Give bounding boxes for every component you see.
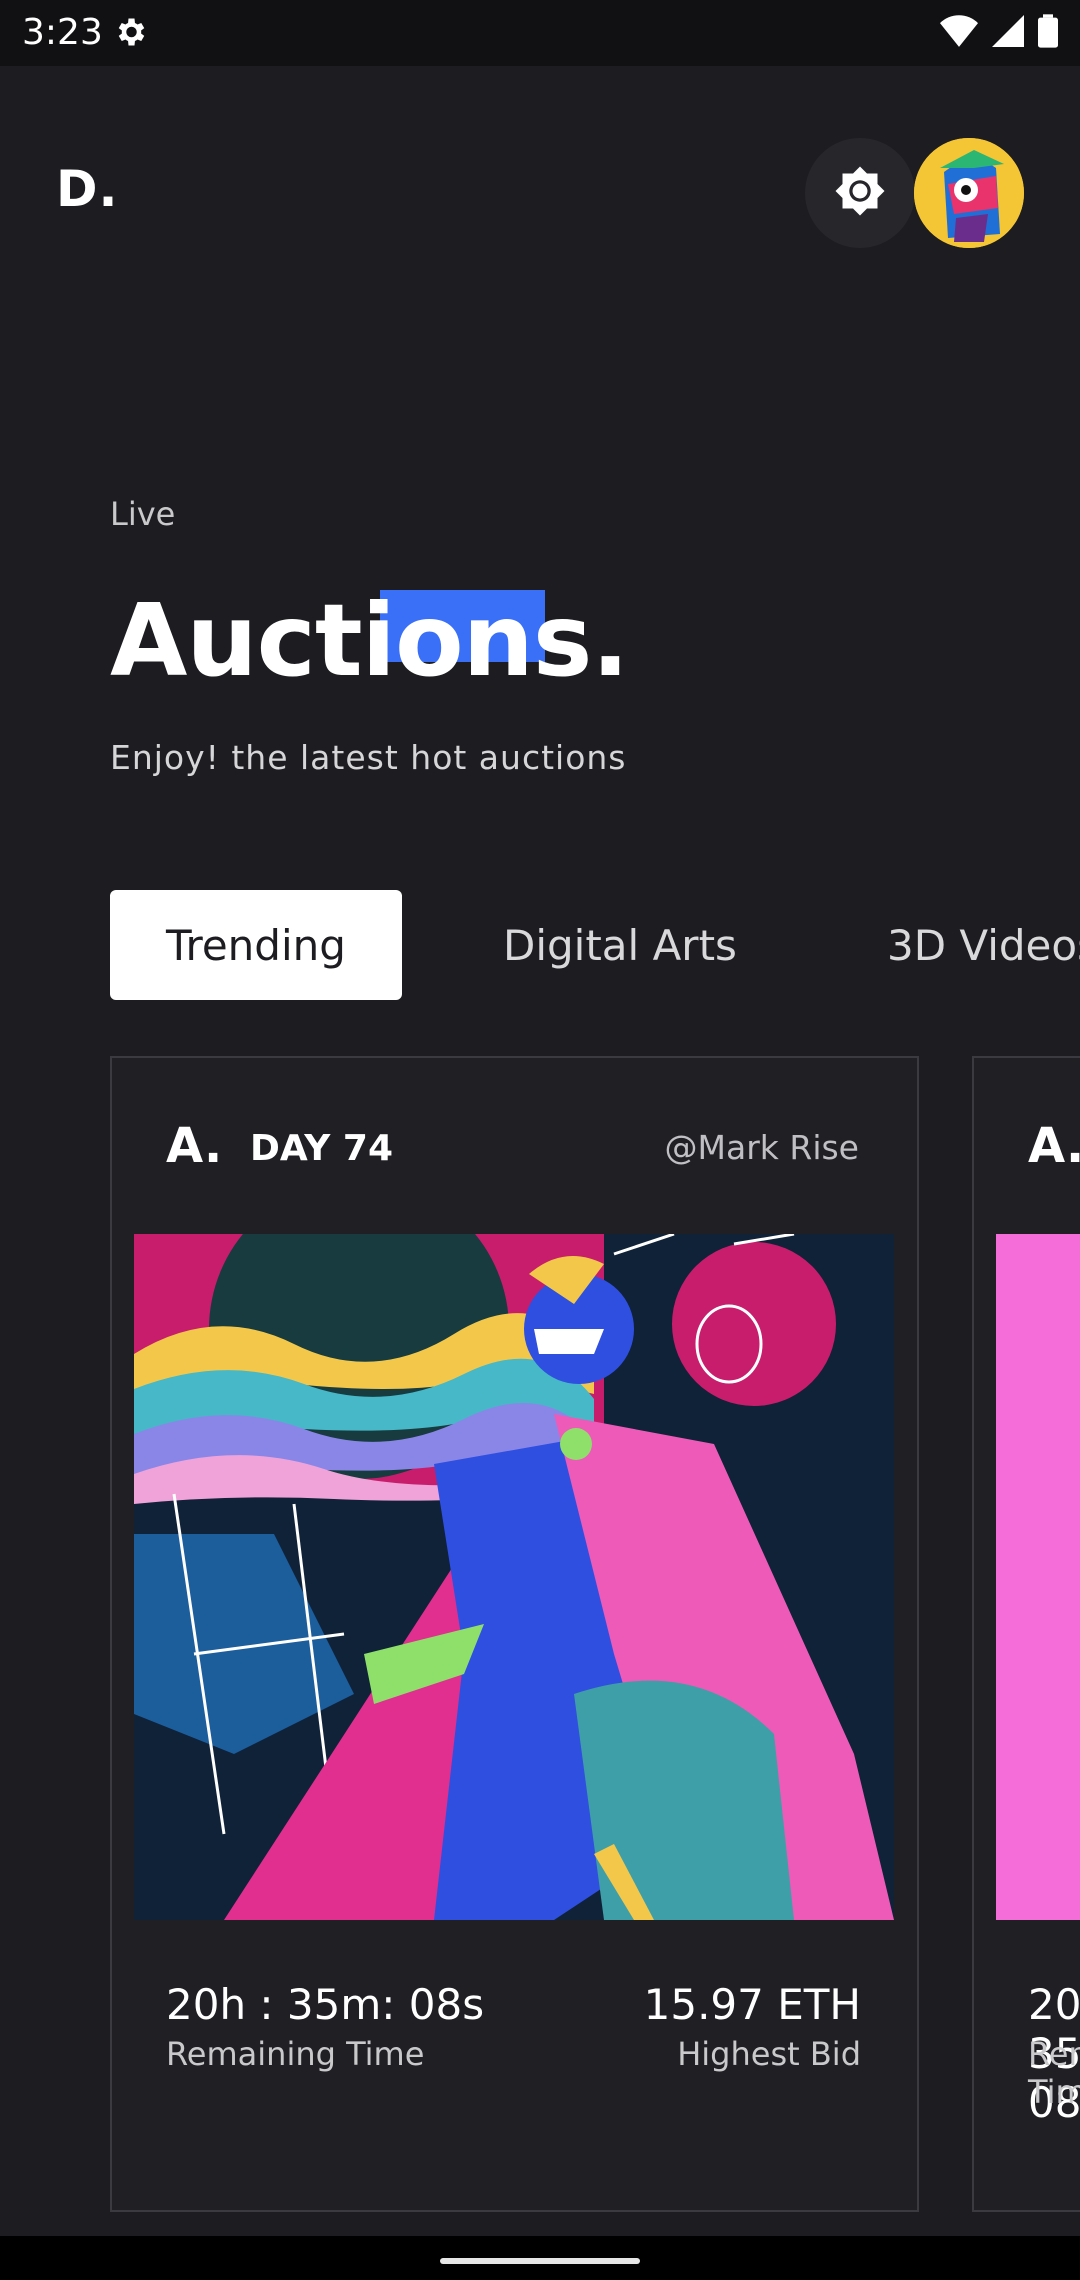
artwork-image[interactable]: [996, 1234, 1080, 1920]
tab-3d-videos[interactable]: 3D Videos: [887, 890, 1080, 1000]
card-owner[interactable]: @Mark Rise: [665, 1128, 859, 1167]
settings-icon: [112, 14, 148, 54]
card-brand: A.: [166, 1118, 223, 1174]
remaining-time-label: Remaining Time: [1028, 2035, 1080, 2111]
remaining-time-label: Remaining Time: [166, 2035, 425, 2073]
battery-icon: [1038, 14, 1058, 52]
highest-bid-value: 15.97 ETH: [643, 1980, 861, 2029]
home-handle[interactable]: [440, 2258, 640, 2264]
app-logo[interactable]: D.: [56, 160, 119, 218]
card-brand: A.: [1028, 1118, 1080, 1174]
card-title: DAY 74: [250, 1128, 393, 1169]
brightness-icon: [832, 163, 888, 223]
wifi-icon: [940, 15, 978, 51]
auction-card[interactable]: A. DAY 74 @Mark Rise 20h: 35m: 08s Rema…: [110, 1056, 919, 2212]
signal-icon: [992, 15, 1024, 51]
remaining-time-value: 20h : 35m: 08s: [166, 1980, 485, 2029]
artwork-image[interactable]: [134, 1234, 894, 1920]
status-time: 3:23: [22, 12, 103, 53]
theme-toggle-button[interactable]: [805, 138, 915, 248]
highest-bid-label: Highest Bid: [677, 2035, 861, 2073]
avatar[interactable]: [914, 138, 1024, 248]
tab-digital-arts[interactable]: Digital Arts: [503, 890, 737, 1000]
page-title: Auctions.: [110, 582, 629, 699]
category-tabs: Trending Digital Arts 3D Videos: [110, 890, 1080, 1000]
system-nav-bar: [0, 2236, 1080, 2280]
status-bar: 3:23: [0, 0, 1080, 66]
tab-trending[interactable]: Trending: [110, 890, 402, 1000]
auction-card[interactable]: A. 20h : 35m: 08s Remaining Time: [972, 1056, 1080, 2212]
overline-label: Live: [110, 495, 176, 533]
page-subtitle: Enjoy! the latest hot auctions: [110, 738, 627, 777]
